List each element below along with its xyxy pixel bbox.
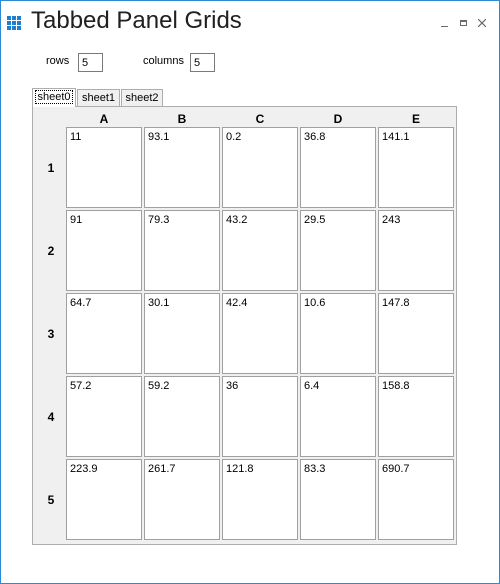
cell-c3[interactable]: 42.4	[222, 293, 298, 374]
cell-b5[interactable]: 261.7	[144, 459, 220, 540]
cell-d1[interactable]: 36.8	[300, 127, 376, 208]
sheet-panel: A B C D E 1 2 3 4 5 11 93.1 0.2 36.8 141…	[32, 106, 457, 545]
row-header-1: 1	[47, 160, 55, 175]
window-title: Tabbed Panel Grids	[31, 7, 242, 34]
close-icon[interactable]	[475, 15, 491, 31]
cell-b3[interactable]: 30.1	[144, 293, 220, 374]
cell-a5[interactable]: 223.9	[66, 459, 142, 540]
column-header-c: C	[255, 112, 265, 126]
tab-sheet2[interactable]: sheet2	[121, 89, 163, 106]
tab-sheet0[interactable]: sheet0	[32, 88, 76, 107]
rows-label: rows	[46, 55, 70, 67]
cell-c4[interactable]: 36	[222, 376, 298, 457]
cell-c2[interactable]: 43.2	[222, 210, 298, 291]
cell-e3[interactable]: 147.8	[378, 293, 454, 374]
tab-label: sheet0	[35, 90, 73, 104]
cell-e4[interactable]: 158.8	[378, 376, 454, 457]
cell-b2[interactable]: 79.3	[144, 210, 220, 291]
row-header-3: 3	[47, 326, 55, 341]
cell-a4[interactable]: 57.2	[66, 376, 142, 457]
cell-d3[interactable]: 10.6	[300, 293, 376, 374]
grid-app-icon	[7, 16, 21, 30]
title-bar[interactable]: Tabbed Panel Grids	[1, 1, 499, 45]
app-window: Tabbed Panel Grids rows columns sheet0 s…	[0, 0, 500, 584]
cell-e2[interactable]: 243	[378, 210, 454, 291]
cell-d5[interactable]: 83.3	[300, 459, 376, 540]
tab-label: sheet2	[125, 92, 159, 104]
rows-input[interactable]	[78, 53, 103, 72]
tab-label: sheet1	[81, 92, 116, 104]
minimize-icon[interactable]	[437, 15, 453, 31]
cell-e1[interactable]: 141.1	[378, 127, 454, 208]
cell-c5[interactable]: 121.8	[222, 459, 298, 540]
cell-a2[interactable]: 91	[66, 210, 142, 291]
cell-b1[interactable]: 93.1	[144, 127, 220, 208]
cell-a1[interactable]: 11	[66, 127, 142, 208]
cell-a3[interactable]: 64.7	[66, 293, 142, 374]
column-header-d: D	[333, 112, 343, 126]
cell-d2[interactable]: 29.5	[300, 210, 376, 291]
column-header-a: A	[99, 112, 109, 126]
cell-b4[interactable]: 59.2	[144, 376, 220, 457]
maximize-icon[interactable]	[457, 15, 473, 31]
row-header-4: 4	[47, 409, 55, 424]
cell-e5[interactable]: 690.7	[378, 459, 454, 540]
cell-c1[interactable]: 0.2	[222, 127, 298, 208]
tab-sheet1[interactable]: sheet1	[77, 89, 120, 106]
columns-input[interactable]	[190, 53, 215, 72]
row-header-5: 5	[47, 492, 55, 507]
columns-label: columns	[143, 55, 184, 67]
column-header-e: E	[411, 112, 420, 126]
column-header-b: B	[177, 112, 187, 126]
cell-d4[interactable]: 6.4	[300, 376, 376, 457]
row-header-2: 2	[47, 243, 55, 258]
